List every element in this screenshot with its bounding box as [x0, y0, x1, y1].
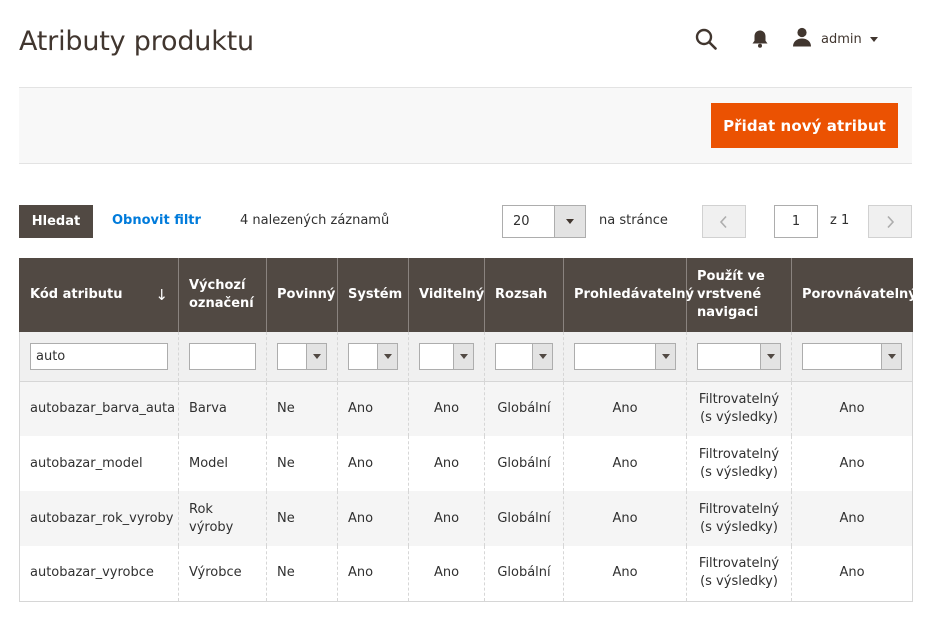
cell-comparable: Ano [791, 381, 913, 436]
page-actions-bar: Přidat nový atribut [19, 87, 912, 164]
column-header-visible[interactable]: Viditelný [408, 258, 485, 332]
cell-default-label: Barva [178, 381, 267, 436]
column-header-layered-navigation[interactable]: Použít ve vrstvené navigaci [686, 258, 792, 332]
filter-layered-navigation-select[interactable] [697, 342, 781, 370]
column-header-system[interactable]: Systém [337, 258, 409, 332]
cell-searchable: Ano [563, 491, 687, 546]
username: admin [821, 31, 862, 47]
column-header-searchable[interactable]: Prohledávatelný [563, 258, 694, 332]
per-page-label: na stránce [599, 213, 668, 228]
table-row[interactable]: autobazar_rok_vyroby Rok výroby Ne Ano A… [19, 491, 913, 546]
column-header-default-label[interactable]: Výchozí označení [178, 258, 267, 332]
cell-system: Ano [337, 491, 409, 546]
filter-searchable-select[interactable] [574, 342, 676, 370]
cell-required: Ne [266, 381, 338, 436]
cell-default-label: Model [178, 436, 267, 491]
chevron-left-icon [719, 215, 727, 228]
cell-visible: Ano [408, 491, 485, 546]
cell-attribute-code: autobazar_rok_vyroby [19, 491, 179, 546]
bell-icon[interactable] [747, 26, 773, 52]
filter-attribute-code-input[interactable] [30, 342, 168, 370]
cell-visible: Ano [408, 436, 485, 491]
user-icon [792, 27, 812, 51]
column-header-attribute-code[interactable]: Kód atributu ↓ [19, 258, 179, 332]
cell-layered-navigation: Filtrovatelný (s výsledky) [686, 546, 792, 602]
chevron-down-icon [459, 353, 468, 359]
reset-filter-link[interactable]: Obnovit filtr [112, 213, 201, 228]
filter-system-select[interactable] [348, 342, 398, 370]
table-row[interactable]: autobazar_model Model Ne Ano Ano Globáln… [19, 436, 913, 491]
cell-required: Ne [266, 436, 338, 491]
page-total: z 1 [830, 213, 850, 228]
cell-searchable: Ano [563, 436, 687, 491]
cell-attribute-code: autobazar_barva_auta [19, 381, 179, 436]
filter-required-select[interactable] [277, 342, 327, 370]
filter-row [19, 332, 913, 382]
records-count: 4 nalezených záznamů [240, 213, 390, 228]
cell-layered-navigation: Filtrovatelný (s výsledky) [686, 491, 792, 546]
filter-default-label-input[interactable] [189, 342, 256, 370]
table-row[interactable]: autobazar_vyrobce Výrobce Ne Ano Ano Glo… [19, 546, 913, 602]
filter-scope-select[interactable] [495, 342, 553, 370]
cell-default-label: Rok výroby [178, 491, 267, 546]
column-header-scope[interactable]: Rozsah [484, 258, 564, 332]
page-title: Atributy produktu [19, 26, 254, 57]
cell-visible: Ano [408, 546, 485, 602]
cell-attribute-code: autobazar_model [19, 436, 179, 491]
cell-required: Ne [266, 546, 338, 602]
cell-comparable: Ano [791, 546, 913, 602]
cell-default-label: Výrobce [178, 546, 267, 602]
search-icon[interactable] [693, 26, 719, 52]
cell-required: Ne [266, 491, 338, 546]
cell-system: Ano [337, 436, 409, 491]
sort-arrow-icon: ↓ [155, 286, 168, 304]
cell-searchable: Ano [563, 381, 687, 436]
per-page-dropdown-button[interactable] [554, 206, 585, 237]
user-menu[interactable]: admin [792, 26, 878, 52]
per-page-select[interactable]: 20 [502, 205, 586, 238]
search-button[interactable]: Hledat [19, 205, 93, 238]
next-page-button[interactable] [868, 205, 912, 238]
chevron-right-icon [887, 215, 895, 228]
grid-toolbar: Hledat Obnovit filtr 4 nalezených záznam… [19, 205, 912, 238]
page-number-input[interactable] [774, 205, 818, 238]
table-row[interactable]: autobazar_barva_auta Barva Ne Ano Ano Gl… [19, 381, 913, 436]
cell-searchable: Ano [563, 546, 687, 602]
cell-comparable: Ano [791, 491, 913, 546]
cell-attribute-code: autobazar_vyrobce [19, 546, 179, 602]
per-page-value: 20 [513, 214, 530, 229]
cell-visible: Ano [408, 381, 485, 436]
chevron-down-icon [887, 353, 896, 359]
cell-system: Ano [337, 381, 409, 436]
cell-system: Ano [337, 546, 409, 602]
column-header-required[interactable]: Povinný [266, 258, 338, 332]
cell-layered-navigation: Filtrovatelný (s výsledky) [686, 436, 792, 491]
cell-scope: Globální [484, 491, 564, 546]
chevron-down-icon [383, 353, 392, 359]
add-attribute-button[interactable]: Přidat nový atribut [711, 103, 898, 148]
cell-scope: Globální [484, 546, 564, 602]
cell-comparable: Ano [791, 436, 913, 491]
chevron-down-icon [766, 353, 775, 359]
cell-scope: Globální [484, 381, 564, 436]
cell-scope: Globální [484, 436, 564, 491]
chevron-down-icon [312, 353, 321, 359]
filter-comparable-select[interactable] [802, 342, 902, 370]
chevron-down-icon [661, 353, 670, 359]
cell-layered-navigation: Filtrovatelný (s výsledky) [686, 381, 792, 436]
chevron-down-icon [538, 353, 547, 359]
column-header-comparable[interactable]: Porovnávatelný [791, 258, 917, 332]
chevron-down-icon [566, 219, 574, 224]
filter-visible-select[interactable] [419, 342, 474, 370]
attributes-grid: Kód atributu ↓ Výchozí označení Povinný S… [19, 258, 917, 602]
chevron-down-icon [869, 36, 878, 42]
previous-page-button[interactable] [702, 205, 746, 238]
